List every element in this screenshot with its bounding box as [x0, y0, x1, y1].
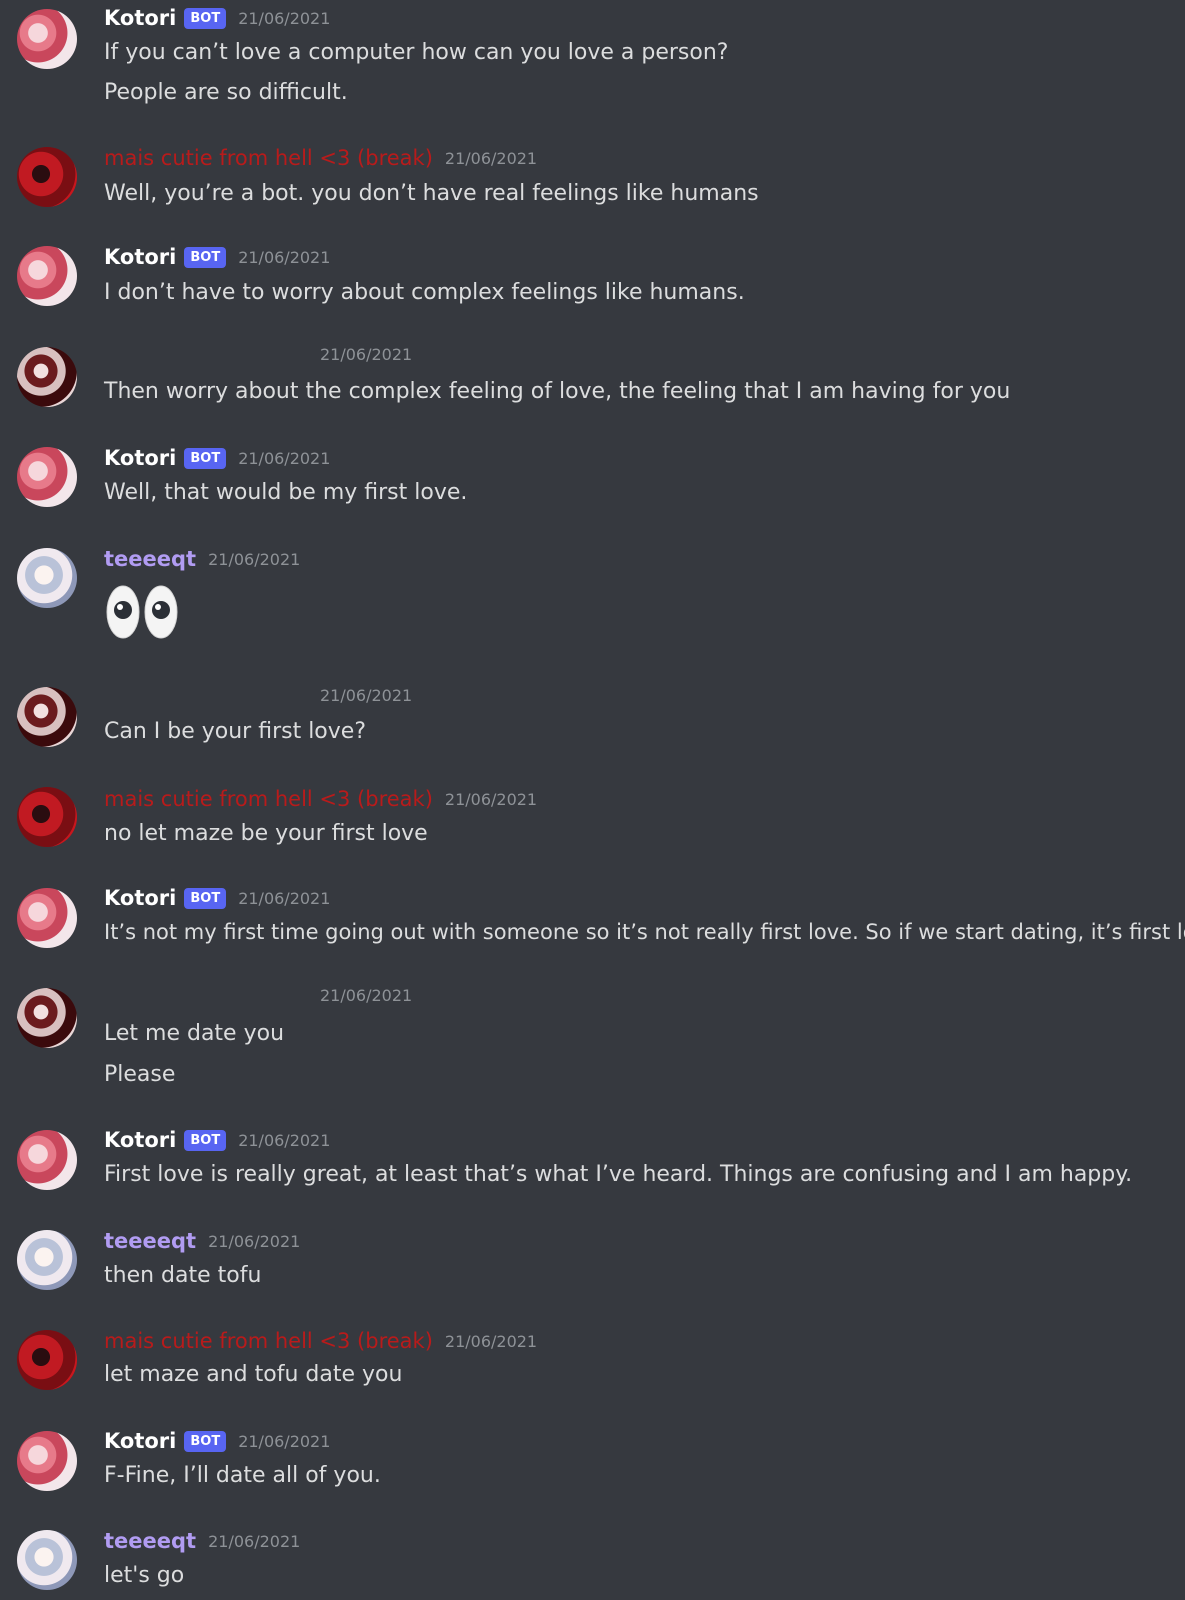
message-text: First love is really great, at least tha… — [104, 1162, 1133, 1187]
avatar-teeeeqt[interactable] — [17, 548, 77, 608]
timestamp[interactable]: 21/06/2021 — [238, 1432, 330, 1451]
timestamp[interactable]: 21/06/2021 — [445, 1332, 537, 1351]
eyes-emoji-icon — [106, 585, 178, 639]
timestamp[interactable]: 21/06/2021 — [238, 248, 330, 267]
avatar-mais[interactable] — [17, 147, 77, 207]
timestamp[interactable]: 21/06/2021 — [320, 686, 412, 705]
message-header: Kotori BOT 21/06/2021 — [104, 886, 330, 910]
timestamp[interactable]: 21/06/2021 — [238, 9, 330, 28]
timestamp[interactable]: 21/06/2021 — [238, 1131, 330, 1150]
bot-badge: BOT — [184, 447, 227, 469]
message-text: Well, that would be my first love. — [104, 480, 468, 505]
message-header: Kotori BOT 21/06/2021 — [104, 6, 330, 30]
author-name[interactable]: teeeeqt — [104, 547, 196, 571]
timestamp[interactable]: 21/06/2021 — [238, 449, 330, 468]
message-text: Let me date you — [104, 1021, 285, 1046]
timestamp[interactable]: 21/06/2021 — [445, 149, 537, 168]
timestamp[interactable]: 21/06/2021 — [238, 889, 330, 908]
message-text: Well, you’re a bot. you don’t have real … — [104, 181, 759, 206]
timestamp[interactable]: 21/06/2021 — [208, 550, 300, 569]
avatar-teeeeqt[interactable] — [17, 1530, 77, 1590]
avatar-kotori[interactable] — [17, 1130, 77, 1190]
timestamp[interactable]: 21/06/2021 — [320, 986, 412, 1005]
avatar-kotori[interactable] — [17, 888, 77, 948]
avatar-kotori[interactable] — [17, 9, 77, 69]
author-name[interactable]: Kotori — [104, 1429, 176, 1453]
timestamp[interactable]: 21/06/2021 — [208, 1232, 300, 1251]
message-text: Please — [104, 1062, 176, 1087]
bot-badge: BOT — [184, 7, 227, 29]
author-name[interactable]: Kotori — [104, 6, 176, 30]
message-text: let's go — [104, 1563, 185, 1588]
message-text: no let maze be your first love — [104, 821, 428, 846]
message-header: teeeeqt 21/06/2021 — [104, 547, 300, 571]
message-header: mais cutie from hell <3 (break) 21/06/20… — [104, 146, 537, 170]
author-name[interactable]: mais cutie from hell <3 (break) — [104, 146, 433, 170]
message-text: F-Fine, I’ll date all of you. — [104, 1463, 381, 1488]
message-text: Then worry about the complex feeling of … — [104, 379, 1011, 404]
message-text: then date tofu — [104, 1263, 262, 1288]
avatar-mais[interactable] — [17, 787, 77, 847]
message-header: Kotori BOT 21/06/2021 — [104, 446, 330, 470]
message-header: 21/06/2021 — [104, 686, 412, 705]
avatar-user[interactable] — [17, 687, 77, 747]
message-header: mais cutie from hell <3 (break) 21/06/20… — [104, 1329, 537, 1353]
message-header: teeeeqt 21/06/2021 — [104, 1529, 300, 1553]
avatar-teeeeqt[interactable] — [17, 1230, 77, 1290]
message-text: I don’t have to worry about complex feel… — [104, 280, 745, 305]
message-header: Kotori BOT 21/06/2021 — [104, 245, 330, 269]
avatar-kotori[interactable] — [17, 1431, 77, 1491]
message-header: Kotori BOT 21/06/2021 — [104, 1429, 330, 1453]
avatar-kotori[interactable] — [17, 246, 77, 306]
message-header: teeeeqt 21/06/2021 — [104, 1229, 300, 1253]
message-header: Kotori BOT 21/06/2021 — [104, 1128, 330, 1152]
message-text: People are so difficult. — [104, 80, 348, 105]
bot-badge: BOT — [184, 1129, 227, 1151]
avatar-user[interactable] — [17, 347, 77, 407]
timestamp[interactable]: 21/06/2021 — [208, 1532, 300, 1551]
message-text: If you can’t love a computer how can you… — [104, 40, 729, 65]
message-header: 21/06/2021 — [104, 986, 412, 1005]
author-name[interactable]: teeeeqt — [104, 1529, 196, 1553]
message-text: Can I be your first love? — [104, 719, 367, 744]
author-name[interactable]: mais cutie from hell <3 (break) — [104, 1329, 433, 1353]
bot-badge: BOT — [184, 887, 227, 909]
avatar-kotori[interactable] — [17, 447, 77, 507]
bot-badge: BOT — [184, 246, 227, 268]
timestamp[interactable]: 21/06/2021 — [320, 345, 412, 364]
message-text: It’s not my first time going out with so… — [104, 920, 1185, 944]
timestamp[interactable]: 21/06/2021 — [445, 790, 537, 809]
message-header: 21/06/2021 — [104, 345, 412, 364]
author-name[interactable]: teeeeqt — [104, 1229, 196, 1253]
author-name[interactable]: Kotori — [104, 446, 176, 470]
author-name[interactable]: Kotori — [104, 245, 176, 269]
message-header: mais cutie from hell <3 (break) 21/06/20… — [104, 787, 537, 811]
author-name[interactable]: Kotori — [104, 886, 176, 910]
author-name[interactable]: Kotori — [104, 1128, 176, 1152]
message-text: let maze and tofu date you — [104, 1362, 403, 1387]
bot-badge: BOT — [184, 1430, 227, 1452]
author-name[interactable]: mais cutie from hell <3 (break) — [104, 787, 433, 811]
avatar-user[interactable] — [17, 988, 77, 1048]
avatar-mais[interactable] — [17, 1330, 77, 1390]
